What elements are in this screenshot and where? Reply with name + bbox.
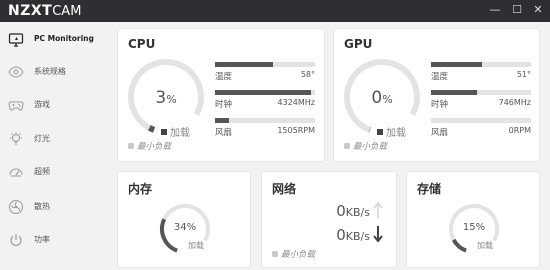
sidebar-item-lighting[interactable]: 灯光 [0, 129, 110, 151]
gpu-load-unit: % [382, 93, 393, 106]
sidebar-item-label: 游戏 [34, 100, 50, 109]
bar-track [215, 90, 315, 95]
bar-fill [215, 118, 229, 123]
gpu-load-label: 加载 [386, 128, 406, 139]
bar-track [215, 118, 315, 123]
storage-card[interactable]: 存储 15% 加载 [406, 171, 540, 268]
metric-label: 风扇 [215, 128, 233, 138]
memory-card[interactable]: 内存 34% 加载 [117, 171, 251, 268]
maximize-button[interactable]: ☐ [510, 3, 524, 17]
sidebar: PC Monitoring 系统规格 游戏 灯光 超频 散热 功率 [0, 22, 110, 270]
gpu-load-number: 0 [371, 88, 383, 108]
lightbulb-icon [10, 132, 22, 145]
cpu-load-label: 加载 [170, 128, 190, 139]
cpu-load-value: 3% [126, 88, 206, 108]
metric-value: 1505RPM [277, 126, 315, 135]
sidebar-item-label: PC Monitoring [34, 34, 94, 43]
power-icon [10, 234, 22, 247]
sidebar-item-label: 系统规格 [34, 67, 66, 76]
gamepad-icon [8, 101, 24, 111]
gpu-load-value: 0% [342, 88, 422, 108]
bar-fill [431, 90, 477, 95]
upload-arrow-icon [373, 201, 383, 218]
storage-load-value: 15% [462, 222, 486, 233]
bar-fill [215, 62, 273, 67]
monitor-icon [8, 33, 24, 47]
storage-title: 存储 [417, 182, 442, 196]
gauge-arc [147, 125, 156, 133]
sidebar-item-specs[interactable]: 系统规格 [0, 62, 110, 84]
load-indicator [161, 129, 167, 135]
upload-value: 0 [336, 202, 346, 220]
download-unit: KB/s [345, 230, 370, 243]
metric-value: 0RPM [508, 126, 531, 135]
min-load-dot [272, 251, 278, 257]
metric-value: 4324MHz [277, 98, 315, 107]
metric-label: 温度 [215, 72, 233, 82]
cpu-min-load: 最小负载 [137, 142, 172, 152]
minimize-button[interactable]: — [488, 3, 502, 17]
brand-name: NZXT [8, 3, 53, 19]
network-card[interactable]: 网络 0KB/s 0KB/s 最小负载 [261, 171, 397, 268]
speedometer-icon [9, 168, 23, 177]
download-value: 0 [336, 226, 346, 244]
sidebar-item-cooling[interactable]: 散热 [0, 197, 110, 219]
metric-value: 51° [516, 70, 531, 79]
metric-value: 58° [300, 70, 315, 79]
metric-label: 时钟 [431, 100, 449, 110]
app-logo: NZXTCAM [8, 2, 81, 21]
download-arrow-icon [373, 226, 383, 243]
metric-label: 温度 [431, 72, 449, 82]
download-speed: 0KB/s [322, 225, 370, 244]
metric-label: 风扇 [431, 128, 449, 138]
title-bar: NZXTCAM — ☐ ✕ [0, 0, 550, 22]
gauge-arc [451, 238, 467, 253]
close-button[interactable]: ✕ [531, 3, 545, 17]
bar-track [431, 62, 531, 67]
sidebar-item-power[interactable]: 功率 [0, 230, 110, 252]
memory-load-value: 34% [173, 222, 197, 233]
cpu-title: CPU [128, 37, 156, 51]
product-name: CAM [52, 4, 82, 19]
eye-icon [8, 66, 24, 78]
bar-fill [431, 62, 482, 67]
bar-track [431, 90, 531, 95]
load-indicator [377, 129, 383, 135]
sidebar-item-label: 功率 [34, 235, 50, 244]
bar-track [431, 118, 531, 123]
bar-fill [215, 90, 311, 95]
network-title: 网络 [272, 182, 297, 196]
sidebar-item-label: 散热 [34, 202, 50, 211]
metric-value: 746MHz [498, 98, 531, 107]
cpu-load-number: 3 [155, 88, 167, 108]
gpu-min-load: 最小负载 [353, 142, 388, 152]
min-load-dot [344, 143, 350, 149]
upload-speed: 0KB/s [322, 201, 370, 220]
network-min-load: 最小负载 [281, 250, 316, 260]
min-load-dot [128, 143, 134, 149]
metric-label: 时钟 [215, 100, 233, 110]
sidebar-item-overclock[interactable]: 超频 [0, 162, 110, 184]
sidebar-item-label: 灯光 [34, 134, 50, 143]
cpu-card[interactable]: CPU 3% 加载 最小负载 温度 58° 时钟 4324MHz 风扇 1505… [117, 28, 325, 162]
memory-load-label: 加载 [188, 241, 204, 250]
sidebar-item-label: 超频 [34, 167, 50, 176]
memory-title: 内存 [128, 182, 153, 196]
upload-unit: KB/s [345, 206, 370, 219]
cpu-load-unit: % [166, 93, 177, 106]
bar-track [215, 62, 315, 67]
fan-icon [9, 200, 23, 214]
sidebar-item-games[interactable]: 游戏 [0, 95, 110, 117]
gpu-title: GPU [344, 37, 373, 51]
sidebar-item-pc-monitoring[interactable]: PC Monitoring [0, 30, 110, 52]
gpu-card[interactable]: GPU 0% 加载 最小负载 温度 51° 时钟 746MHz 风扇 0RPM [333, 28, 540, 162]
storage-load-label: 加载 [477, 241, 493, 250]
